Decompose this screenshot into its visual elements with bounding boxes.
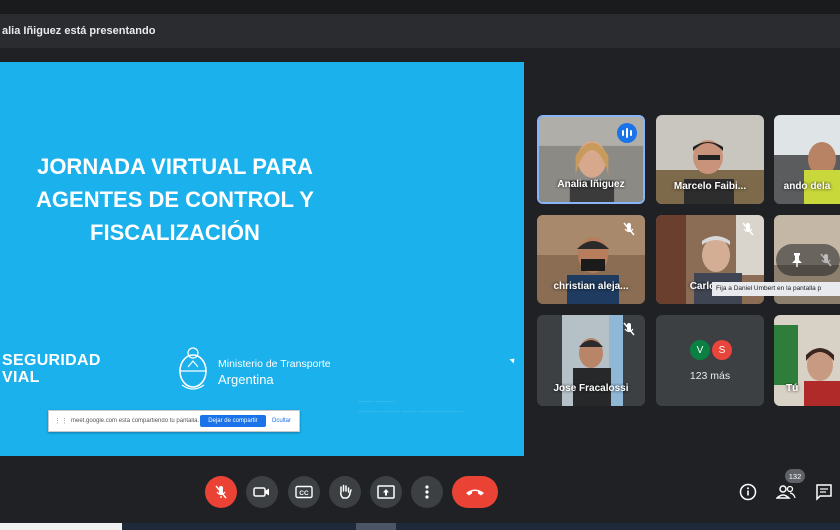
captions-button[interactable]: CC	[288, 476, 320, 508]
pin-icon[interactable]	[790, 252, 804, 268]
more-count-label: 123 más	[689, 370, 731, 382]
participant-name: Tú	[786, 383, 799, 394]
participant-tile[interactable]: Tú	[774, 315, 840, 406]
mute-participant-icon[interactable]	[818, 252, 834, 268]
svg-text:CC: CC	[299, 490, 309, 497]
present-icon	[377, 485, 395, 499]
mic-off-icon	[623, 222, 635, 236]
faint-watermark: ─── ──── ──── ──── ─── ─────────	[358, 399, 464, 416]
participant-tile[interactable]: christian aleja...	[537, 215, 645, 304]
screen-share-banner: ⋮⋮ meet.google.com está compartiendo tu …	[48, 410, 300, 432]
share-message: meet.google.com está compartiendo tu pan…	[71, 418, 200, 424]
participant-name: christian aleja...	[553, 281, 629, 292]
ministry-name: Ministerio de Transporte	[218, 358, 331, 370]
avatar: S	[712, 340, 732, 360]
captions-icon: CC	[295, 485, 313, 499]
mic-off-icon	[623, 322, 635, 336]
camera-icon	[253, 487, 269, 497]
mic-off-icon	[215, 485, 227, 499]
taskbar-search-box[interactable]	[0, 523, 122, 530]
window-top-strip	[0, 0, 840, 14]
participant-name: Analia Iñiguez	[557, 179, 625, 190]
participant-tile[interactable]: Marcelo Faibi...	[656, 115, 764, 204]
avatar: V	[690, 340, 710, 360]
pin-tooltip: Fija a Daniel Umbert en la pantalla p	[712, 282, 840, 296]
chat-icon	[816, 484, 832, 501]
os-taskbar	[0, 523, 840, 530]
logo-line: VIAL	[2, 369, 40, 386]
presenting-label: alia Iñiguez está presentando	[2, 25, 156, 37]
shared-screen: JORNADA VIRTUAL PARA AGENTES DE CONTROL …	[0, 62, 524, 456]
meeting-details-button[interactable]	[737, 481, 759, 503]
people-icon	[776, 485, 796, 499]
participants-button[interactable]	[775, 481, 797, 503]
more-participants-tile[interactable]: V S 123 más	[656, 315, 764, 406]
present-now-button[interactable]	[370, 476, 402, 508]
slide-title-line: AGENTES DE CONTROL Y	[36, 187, 314, 212]
avatar-letter: S	[718, 344, 726, 356]
stop-sharing-button[interactable]: Dejar de compartir	[200, 415, 266, 427]
leave-call-button[interactable]	[452, 476, 498, 508]
end-call-icon	[466, 489, 484, 496]
slide-title-line: FISCALIZACIÓN	[90, 220, 260, 245]
speaking-indicator-icon	[617, 123, 637, 143]
participant-tile[interactable]: Analia Iñiguez	[537, 115, 645, 204]
participant-name: Marcelo Faibi...	[673, 181, 747, 192]
ministry-country: Argentina	[218, 372, 274, 387]
participant-tile[interactable]: Jose Fracalossi	[537, 315, 645, 406]
camera-toggle-button[interactable]	[246, 476, 278, 508]
chat-button[interactable]	[813, 481, 835, 503]
participant-name: Jose Fracalossi	[553, 383, 629, 394]
taskbar-app[interactable]	[356, 523, 396, 530]
info-icon	[739, 483, 757, 501]
more-options-button[interactable]	[411, 476, 443, 508]
ministry-logo: Ministerio de Transporte Argentina	[218, 358, 331, 387]
seguridad-vial-logo: SEGURIDAD VIAL	[2, 352, 101, 386]
logo-line: SEGURIDAD	[2, 352, 101, 369]
hide-banner-button[interactable]: Ocultar	[272, 418, 291, 424]
mic-off-icon	[742, 222, 754, 236]
participant-tile[interactable]: ando dela	[774, 115, 840, 204]
raise-hand-button[interactable]	[329, 476, 361, 508]
drag-handle-icon[interactable]: ⋮⋮	[54, 417, 68, 425]
participant-name: ando dela	[783, 181, 831, 192]
tile-hover-controls	[776, 244, 840, 276]
presenter-bar: alia Iñiguez está presentando	[0, 14, 840, 48]
raise-hand-icon	[340, 484, 352, 499]
mic-toggle-button[interactable]	[205, 476, 237, 508]
participant-count-badge: 132	[785, 469, 805, 483]
coat-of-arms-icon	[179, 347, 207, 390]
more-options-icon	[425, 485, 429, 499]
avatar-letter: V	[696, 344, 704, 356]
slide-title: JORNADA VIRTUAL PARA AGENTES DE CONTROL …	[0, 150, 350, 249]
slide-title-line: JORNADA VIRTUAL PARA	[37, 154, 313, 179]
